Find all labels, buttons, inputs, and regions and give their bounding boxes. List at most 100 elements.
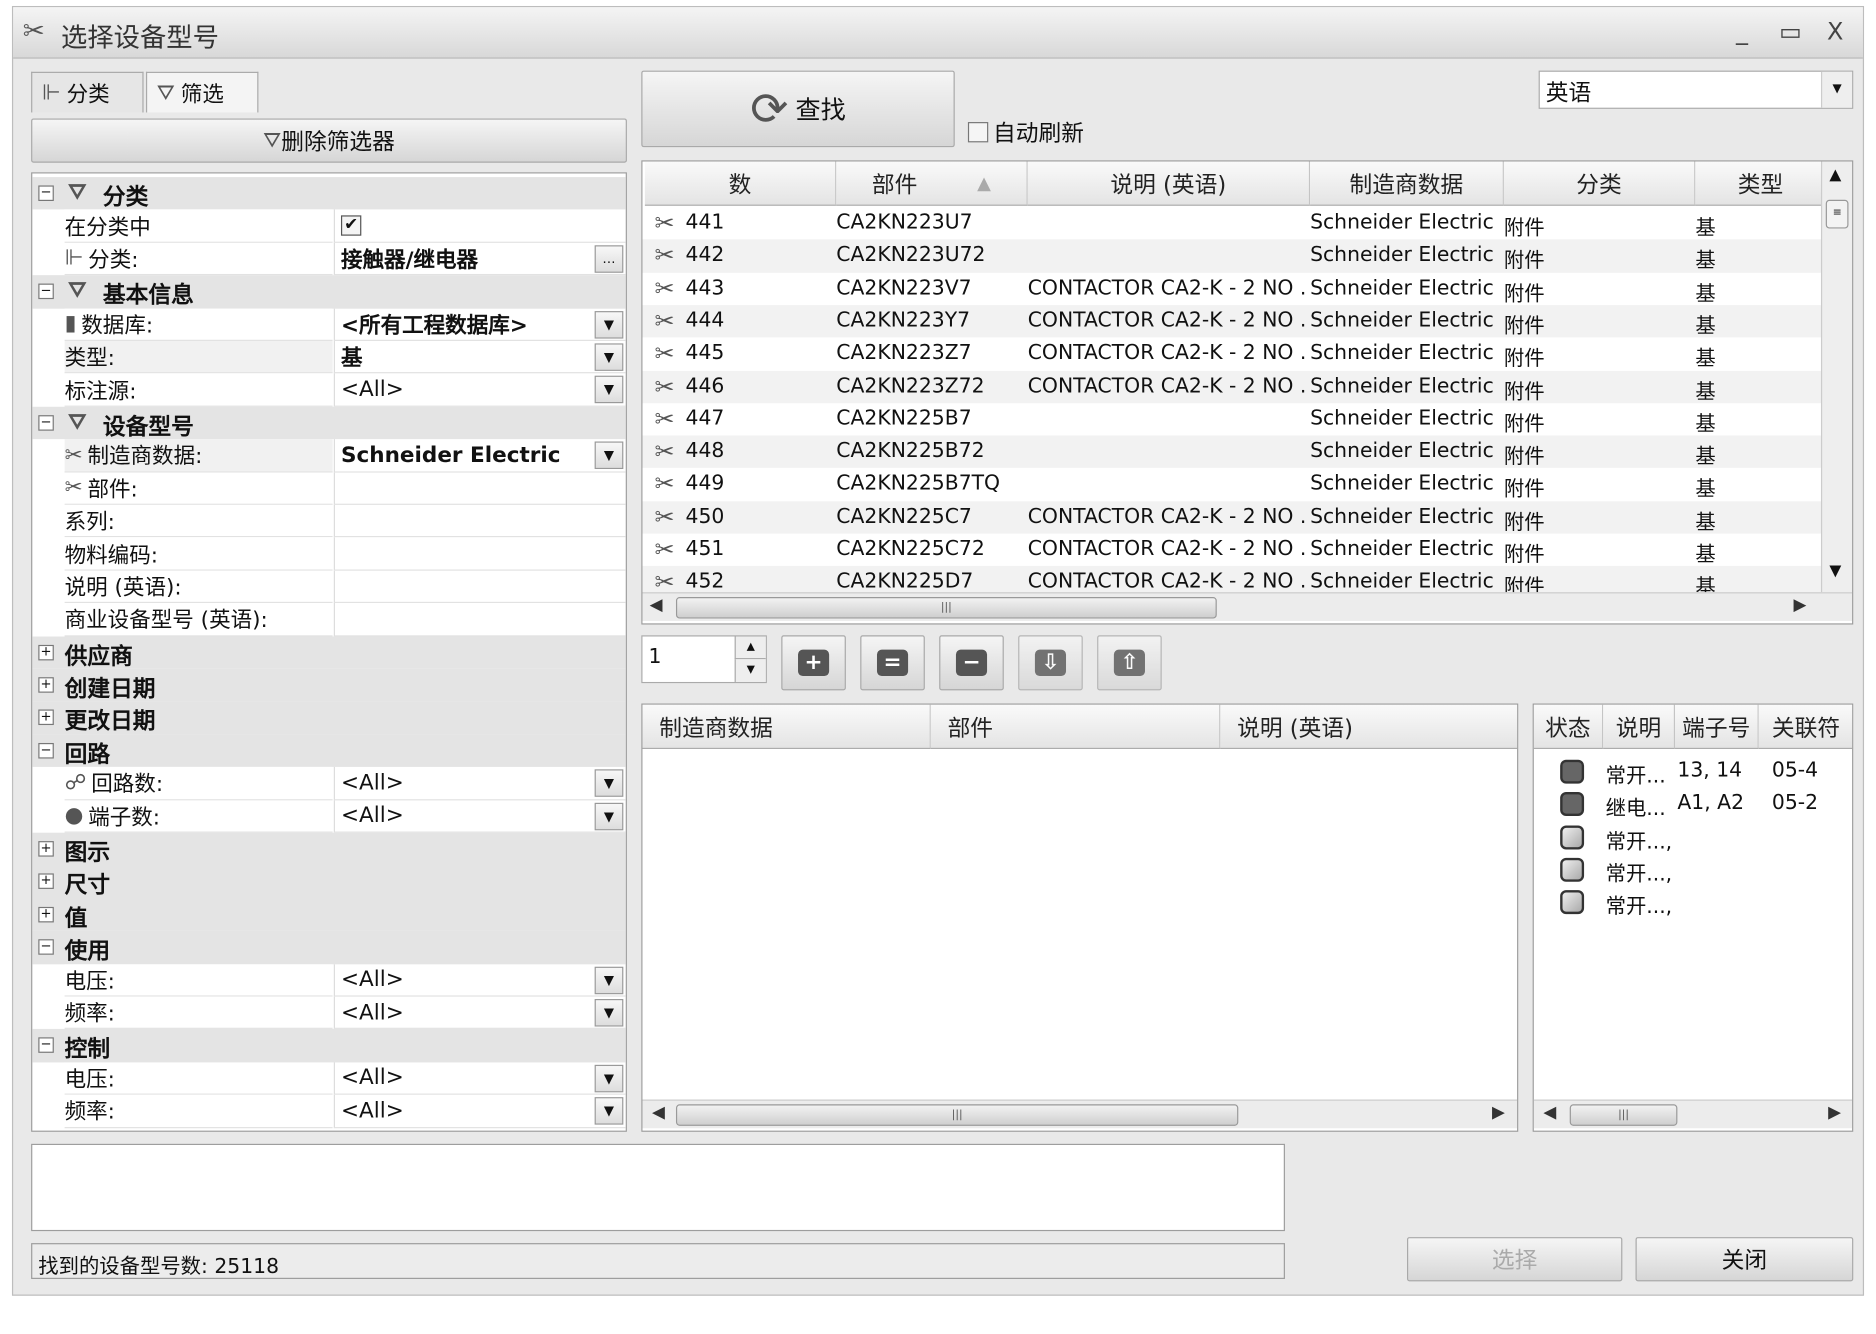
property-value[interactable]: <All> [333, 963, 626, 997]
table-row[interactable]: ✂ 449 CA2KN225B7TQ Schneider Electric 附件 基 [642, 468, 1820, 501]
property-row[interactable]: 频率: <All> ▼ [32, 1094, 626, 1128]
table-row[interactable]: ✂ 448 CA2KN225B72 Schneider Electric 附件 基 [642, 435, 1821, 469]
function-row[interactable]: 常开..., [1534, 855, 1852, 887]
close-button[interactable]: 关闭 [1635, 1237, 1854, 1282]
property-row[interactable]: 类型: 基 ▼ [32, 340, 626, 374]
horizontal-scrollbar[interactable]: ◀ ||| ▶ [1533, 1099, 1853, 1129]
property-row[interactable]: 商业设备型号 (英语): [32, 603, 626, 636]
checkbox-box[interactable] [967, 122, 989, 143]
delete-filter-button[interactable]: ⛛ 删除筛选器 [31, 118, 627, 163]
chevron-down-icon[interactable]: ▼ [594, 343, 624, 371]
property-value[interactable]: <All> [333, 1094, 626, 1128]
quantity-stepper[interactable]: 1 ▲ ▼ [641, 635, 767, 684]
horizontal-scrollbar[interactable]: ◀ ||| ▶ [642, 592, 1853, 621]
table-row[interactable]: ✂ 451 CA2KN225C72 CONTACTOR CA2-K - 2 NO ..… [642, 534, 1820, 567]
expand-icon[interactable]: + [38, 677, 54, 693]
step-up-icon[interactable]: ▲ [734, 636, 766, 660]
table-row[interactable]: ✂ 445 CA2KN223Z7 CONTACTOR CA2-K - 2 NO ...… [642, 338, 1820, 371]
property-value[interactable] [333, 537, 626, 571]
property-value[interactable]: <所有工程数据库> [333, 308, 626, 341]
search-button[interactable]: ⟳ 查找 [641, 70, 955, 148]
chevron-down-icon[interactable]: ▼ [594, 802, 624, 830]
collapse-icon[interactable]: − [38, 1037, 54, 1054]
property-value[interactable]: <All> [333, 1062, 626, 1095]
function-row[interactable]: 常开..., [1534, 888, 1852, 920]
property-value[interactable]: <All> [333, 767, 626, 800]
property-value[interactable]: <All> [333, 996, 626, 1030]
chevron-down-icon[interactable]: ▼ [594, 376, 624, 404]
property-value[interactable]: 接触器/继电器 [333, 242, 626, 276]
select-button[interactable]: 选择 [1407, 1237, 1623, 1282]
column-header[interactable]: 状态 [1533, 704, 1604, 749]
property-value[interactable] [333, 570, 626, 604]
equal-button[interactable]: = [860, 635, 925, 691]
expand-icon[interactable]: + [38, 841, 54, 857]
property-row[interactable]: 标注源: <All> ▼ [32, 373, 626, 407]
function-row[interactable]: 常开... 13, 14 05-4 [1534, 757, 1852, 789]
collapse-icon[interactable]: − [38, 283, 54, 300]
property-value[interactable] [333, 472, 626, 505]
property-row[interactable]: 电压: <All> ▼ [32, 1062, 626, 1095]
move-up-button[interactable]: ⇧ [1097, 635, 1162, 691]
chevron-down-icon[interactable]: ▼ [594, 1064, 624, 1093]
property-value[interactable] [333, 504, 626, 538]
chevron-down-icon[interactable]: ▼ [594, 999, 624, 1027]
tab-classification[interactable]: ⊩ 分类 [31, 71, 144, 113]
collapse-icon[interactable]: − [38, 415, 54, 431]
maximize-button[interactable]: ▭ [1779, 17, 1802, 46]
scroll-down-icon[interactable]: ▼ [1829, 562, 1841, 580]
property-value[interactable] [333, 603, 626, 636]
function-row[interactable]: 常开..., [1534, 823, 1852, 855]
property-value[interactable]: 基 [333, 340, 626, 374]
property-value[interactable]: ✔ [333, 209, 626, 243]
scroll-right-icon[interactable]: ▶ [1492, 1103, 1505, 1122]
add-button[interactable]: + [781, 635, 846, 691]
table-row[interactable]: ✂ 443 CA2KN223V7 CONTACTOR CA2-K - 2 NO ...… [642, 272, 1820, 305]
chevron-down-icon[interactable]: ▼ [1820, 71, 1853, 108]
table-row[interactable]: ✂ 452 CA2KN225D7 CONTACTOR CA2-K - 2 NO ...… [642, 566, 1821, 593]
column-header[interactable]: 关联符 [1758, 704, 1853, 749]
property-row[interactable]: 系列: [32, 504, 626, 538]
property-row[interactable]: 频率: <All> ▼ [32, 996, 626, 1030]
vertical-scrollbar[interactable]: ▲ ≡ ▼ [1820, 161, 1853, 593]
scroll-thumb[interactable]: ||| [1569, 1104, 1678, 1126]
column-header[interactable]: 说明 [1603, 704, 1676, 749]
scroll-left-icon[interactable]: ◀ [650, 596, 663, 615]
property-row[interactable]: ☍ 回路数: <All> ▼ [32, 767, 626, 800]
property-row[interactable]: ✂ 制造商数据: Schneider Electric ▼ [32, 439, 626, 473]
scroll-right-icon[interactable]: ▶ [1793, 596, 1806, 615]
column-header[interactable]: 类型 [1695, 161, 1827, 206]
property-row[interactable]: ⊩ 分类: 接触器/继电器… [32, 242, 626, 276]
expand-icon[interactable]: + [38, 709, 54, 726]
auto-refresh-checkbox[interactable]: 自动刷新 [967, 116, 1084, 148]
property-row[interactable]: 物料编码: [32, 537, 626, 571]
function-row[interactable]: 继电... A1, A2 05-2 [1534, 790, 1852, 822]
chevron-down-icon[interactable]: ▼ [594, 966, 624, 994]
column-header[interactable]: 部件 ▲ [836, 161, 1028, 206]
collapse-icon[interactable]: − [38, 742, 54, 759]
chevron-down-icon[interactable]: ▼ [594, 441, 624, 470]
chevron-down-icon[interactable]: ▼ [594, 310, 624, 339]
column-header[interactable]: 端子号 [1675, 704, 1759, 749]
column-header[interactable]: 说明 (英语) [1220, 704, 1518, 749]
horizontal-scrollbar[interactable]: ◀ ||| ▶ [642, 1099, 1518, 1129]
scroll-thumb[interactable]: ≡ [1825, 199, 1849, 229]
scroll-up-icon[interactable]: ▲ [1829, 166, 1841, 184]
chevron-down-icon[interactable]: ▼ [594, 1097, 624, 1125]
tab-filter[interactable]: ⛛ 筛选 [145, 71, 259, 113]
column-header[interactable]: 部件 [930, 704, 1221, 749]
column-header[interactable]: 分类 [1503, 161, 1696, 206]
table-row[interactable]: ✂ 447 CA2KN225B7 Schneider Electric 附件 基 [642, 403, 1820, 436]
table-row[interactable]: ✂ 441 CA2KN223U7 Schneider Electric 附件 基 [642, 207, 1820, 240]
scroll-left-icon[interactable]: ◀ [1543, 1103, 1556, 1122]
scroll-thumb[interactable]: ||| [675, 597, 1217, 619]
collapse-icon[interactable]: − [38, 185, 54, 202]
property-row[interactable]: 说明 (英语): [32, 570, 626, 604]
column-header[interactable]: 制造商数据 [642, 704, 931, 749]
minimize-button[interactable]: _ [1736, 17, 1748, 46]
scroll-left-icon[interactable]: ◀ [652, 1103, 665, 1122]
property-row[interactable]: ✂ 部件: [32, 472, 626, 505]
scroll-right-icon[interactable]: ▶ [1828, 1103, 1841, 1122]
table-row[interactable]: ✂ 442 CA2KN223U72 Schneider Electric 附件 基 [642, 239, 1821, 273]
step-down-icon[interactable]: ▼ [734, 659, 766, 682]
